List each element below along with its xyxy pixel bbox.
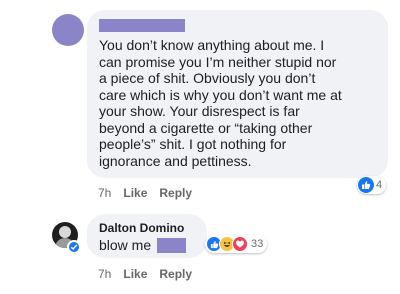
comment-bubble: You don’t know anything about me. I can …: [87, 10, 388, 178]
avatar-head: [59, 226, 71, 238]
reaction-count: 33: [251, 238, 264, 250]
like-button[interactable]: Like: [123, 186, 147, 200]
reply-line: blow me: [99, 237, 195, 254]
reaction-summary[interactable]: 4: [357, 176, 387, 194]
comment-author[interactable]: Dalton Domino: [99, 221, 195, 235]
redacted-text: [157, 238, 187, 253]
comment-timestamp[interactable]: 7h: [98, 267, 111, 281]
commenter-avatar[interactable]: [52, 14, 84, 46]
redacted-commenter-name[interactable]: [99, 19, 185, 32]
love-icon: [232, 236, 248, 252]
like-button[interactable]: Like: [123, 267, 147, 281]
like-icon: [358, 177, 374, 193]
comment-meta: 7h Like Reply: [98, 267, 192, 281]
reply-button[interactable]: Reply: [159, 267, 192, 281]
comment-text: blow me: [99, 237, 152, 253]
reaction-count: 4: [376, 179, 383, 191]
comment-timestamp[interactable]: 7h: [98, 186, 111, 200]
reaction-summary[interactable]: 33: [205, 235, 268, 253]
verified-badge-icon: [67, 240, 81, 254]
comment-meta: 7h Like Reply: [98, 186, 192, 200]
reply-bubble: Dalton Domino blow me: [87, 214, 207, 258]
reply-button[interactable]: Reply: [159, 186, 192, 200]
comment-text: You don’t know anything about me. I can …: [99, 37, 342, 169]
